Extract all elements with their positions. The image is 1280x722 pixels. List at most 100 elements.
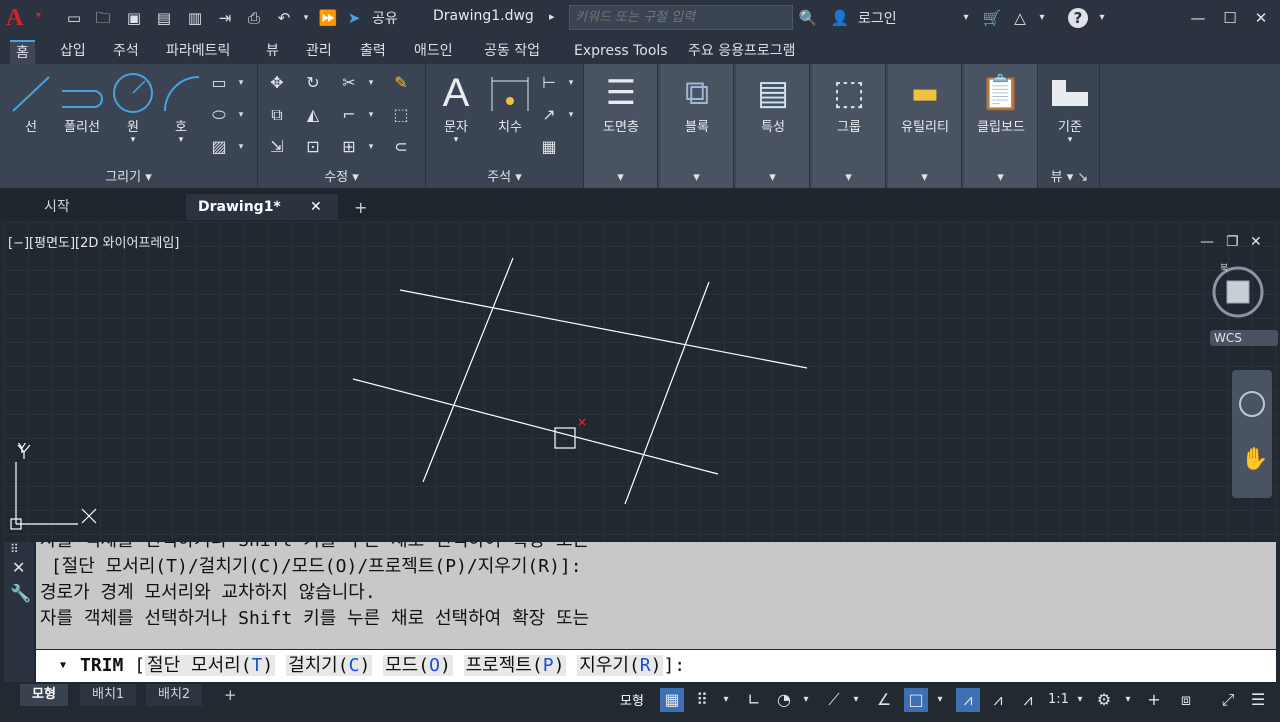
drawing-line[interactable] (624, 281, 710, 505)
viewport-restore-icon[interactable]: ❐ (1226, 234, 1239, 250)
leader-icon[interactable]: ↗ (538, 104, 560, 126)
share-button[interactable]: 공유 (372, 8, 398, 28)
stretch-icon[interactable]: ⇲ (266, 136, 288, 158)
web-open-icon[interactable]: ▥ (185, 8, 205, 28)
erase-icon[interactable]: ✎ (390, 72, 412, 94)
login-button[interactable]: 로그인 (858, 8, 897, 28)
3d-box-icon[interactable]: ⬚ (390, 104, 412, 126)
clean-screen-icon[interactable]: ⤢ (1216, 688, 1240, 712)
tab-featured-apps[interactable]: 주요 응용프로그램 (682, 40, 802, 64)
arc-dropdown-icon[interactable]: ▾ (158, 135, 204, 145)
clipboard-button[interactable]: 📋 클립보드 (968, 70, 1034, 135)
option-mode[interactable]: 모드(O) (383, 655, 453, 676)
circle-dropdown-icon[interactable]: ▾ (110, 135, 156, 145)
user-icon[interactable]: 👤 (830, 8, 850, 28)
panel-groups[interactable]: ⬚ 그룹 ▾ (812, 64, 886, 188)
grip-icon[interactable]: ⠿ (10, 542, 19, 556)
export-icon[interactable]: ⇥ (215, 8, 235, 28)
array-icon[interactable]: ⊞ (338, 136, 360, 158)
rectangle-icon[interactable]: ▭ (208, 72, 230, 94)
layers-button[interactable]: ☰ 도면층 (594, 70, 648, 135)
tab-view[interactable]: 뷰 (260, 40, 285, 64)
arc-button[interactable]: 호 ▾ (158, 70, 204, 145)
properties-button[interactable]: ▤ 특성 (746, 70, 800, 135)
linear-dim-dropdown-icon[interactable]: ▾ (560, 72, 582, 94)
option-project[interactable]: 프로젝트(P) (463, 655, 567, 676)
fillet-icon[interactable]: ⌐ (338, 104, 360, 126)
clipboard-dropdown-icon[interactable]: ▾ (964, 170, 1037, 185)
block-button[interactable]: ⧉ 블록 (670, 70, 724, 135)
add-layout-icon[interactable]: + (224, 686, 237, 704)
autodesk-app-icon[interactable]: △ (1010, 8, 1030, 28)
tab-home[interactable]: 홈 (10, 40, 35, 64)
grid-icon[interactable]: ▦ (660, 688, 684, 712)
drawing-line[interactable] (399, 289, 808, 369)
viewcube-face[interactable] (1226, 280, 1250, 304)
option-cutting-edge[interactable]: 절단 모서리(T) (145, 655, 276, 676)
polar-dropdown-icon[interactable]: ▾ (794, 688, 818, 712)
text-button[interactable]: A 문자 ▾ (434, 70, 478, 146)
plus-icon[interactable]: + (1142, 688, 1166, 712)
ellipse-dropdown-icon[interactable]: ▾ (230, 104, 252, 126)
isodraft-dropdown-icon[interactable]: ▾ (844, 688, 868, 712)
title-dropdown-icon[interactable]: ▸ (549, 10, 555, 23)
isodraft-icon[interactable]: ⟋ (822, 688, 846, 712)
start-tab[interactable]: 시작 (32, 194, 82, 220)
save-icon[interactable]: ▣ (124, 8, 144, 28)
undo-dropdown-icon[interactable]: ▾ (296, 8, 316, 28)
redo-icon[interactable]: ⏩ (318, 8, 338, 28)
undo-icon[interactable]: ↶ (274, 8, 294, 28)
dimension-button[interactable]: 치수 (486, 70, 534, 135)
pan-hand-icon[interactable]: ✋ (1241, 446, 1268, 472)
auto-scale-icon[interactable]: ⩘ (986, 688, 1010, 712)
linear-dim-icon[interactable]: ⊢ (538, 72, 560, 94)
utilities-dropdown-icon[interactable]: ▾ (888, 170, 961, 185)
help-dropdown-icon[interactable]: ▾ (1092, 8, 1112, 28)
tab-close-icon[interactable]: ✕ (310, 194, 322, 220)
isolate-objects-icon[interactable]: ⧈ (1174, 688, 1198, 712)
circle-button[interactable]: 원 ▾ (110, 70, 156, 145)
option-crossing[interactable]: 걸치기(C) (286, 655, 373, 676)
scale-dropdown-icon[interactable]: ▾ (1068, 688, 1092, 712)
drawing1-tab[interactable]: Drawing1* ✕ (186, 194, 338, 220)
search-input[interactable] (570, 6, 792, 29)
share-icon[interactable]: ➤ (344, 8, 364, 28)
ortho-icon[interactable]: ∟ (742, 688, 766, 712)
text-dropdown-icon[interactable]: ▾ (434, 135, 478, 145)
app-dropdown-icon[interactable]: ▾ (1032, 8, 1052, 28)
fillet-dropdown-icon[interactable]: ▾ (360, 104, 382, 126)
polyline-button[interactable]: 폴리선 (56, 70, 108, 135)
snap-icon[interactable]: ⠿ (690, 688, 714, 712)
open-folder-icon[interactable]: 🗀 (93, 8, 113, 28)
print-icon[interactable]: ⎙ (244, 8, 264, 28)
move-icon[interactable]: ✥ (266, 72, 288, 94)
cart-icon[interactable]: 🛒 (982, 8, 1002, 28)
tab-express-tools[interactable]: Express Tools (568, 40, 674, 64)
leader-dropdown-icon[interactable]: ▾ (560, 104, 582, 126)
properties-dropdown-icon[interactable]: ▾ (736, 170, 809, 185)
help-icon[interactable]: ? (1068, 8, 1088, 28)
minimize-icon[interactable]: — (1188, 8, 1208, 28)
save-as-icon[interactable]: ▤ (154, 8, 174, 28)
object-snap-dropdown-icon[interactable]: ▾ (928, 688, 952, 712)
group-button[interactable]: ⬚ 그룹 (822, 70, 876, 135)
mirror-icon[interactable]: ◭ (302, 104, 324, 126)
command-window-handle[interactable]: ⠿ ✕ 🔧 (4, 542, 34, 682)
option-erase[interactable]: 지우기(R) (577, 655, 664, 676)
tab-annotate[interactable]: 주석 (107, 40, 145, 64)
snap-dropdown-icon[interactable]: ▾ (714, 688, 738, 712)
polar-icon[interactable]: ◔ (772, 688, 796, 712)
annotation-visibility-icon[interactable]: ⩘ (956, 688, 980, 712)
groups-dropdown-icon[interactable]: ▾ (812, 170, 885, 185)
app-menu-chevron-icon[interactable]: ▾ (36, 10, 41, 21)
osnap-tracking-icon[interactable]: ∠ (872, 688, 896, 712)
tab-addins[interactable]: 애드인 (408, 40, 459, 64)
annotation-scale-value[interactable]: 1:1 (1048, 692, 1069, 707)
rectangle-dropdown-icon[interactable]: ▾ (230, 72, 252, 94)
viewport-close-icon[interactable]: ✕ (1250, 234, 1262, 250)
block-dropdown-icon[interactable]: ▾ (660, 170, 733, 185)
close-icon[interactable]: ✕ (1251, 8, 1271, 28)
line-button[interactable]: 선 (8, 70, 54, 135)
search-box[interactable] (569, 5, 793, 30)
model-space-button[interactable]: 모형 (620, 690, 644, 709)
